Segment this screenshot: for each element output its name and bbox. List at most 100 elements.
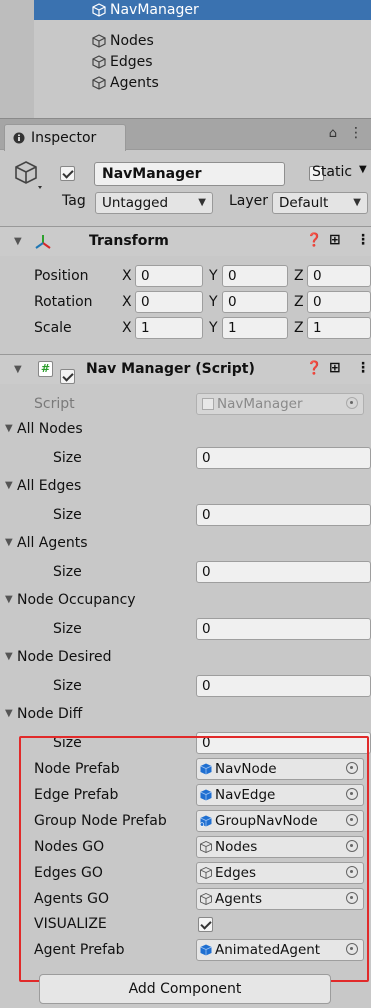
hierarchy-item-agents[interactable]: Agents — [92, 73, 159, 93]
rotation-x-field[interactable]: 0 — [135, 291, 203, 313]
lock-icon[interactable]: ⌂ — [329, 126, 337, 141]
array-label: All Nodes — [17, 421, 83, 437]
foldout-arrow-icon[interactable]: ▼ — [14, 236, 22, 247]
size-field[interactable]: 0 — [196, 504, 371, 526]
gameobject-icon — [92, 34, 106, 48]
size-field[interactable]: 0 — [196, 675, 371, 697]
size-field[interactable]: 0 — [196, 447, 371, 469]
axis-z-label[interactable]: Z — [294, 290, 304, 314]
tab-inspector[interactable]: Inspector — [4, 124, 126, 151]
chevron-down-icon: ▼ — [198, 197, 206, 208]
array-label: All Edges — [17, 478, 82, 494]
gameobject-icon — [92, 55, 106, 69]
hierarchy-item-label: Edges — [110, 54, 153, 70]
hierarchy-panel: NavManager Nodes Edges Agents — [0, 0, 371, 118]
layer-dropdown[interactable]: Default ▼ — [272, 192, 368, 214]
row-label: Rotation — [34, 294, 93, 310]
component-enabled-checkbox[interactable] — [60, 369, 75, 384]
static-dropdown-arrow-icon[interactable]: ▼ — [359, 164, 367, 175]
help-icon[interactable]: ❓ — [306, 361, 322, 376]
nav-manager-script-header[interactable]: ▼ # Nav Manager (Script) ❓ ⊞ ⋮ — [0, 354, 371, 384]
axis-y-label[interactable]: Y — [209, 316, 218, 340]
transform-title: Transform — [89, 233, 169, 249]
size-label: Size — [53, 507, 82, 523]
transform-position-row: Position X 0 Y 0 Z 0 — [0, 264, 371, 288]
transform-header[interactable]: ▼ Transform ❓ ⊞ ⋮ — [0, 226, 371, 256]
scale-z-field[interactable]: 1 — [307, 317, 371, 339]
array-size-row: Size 0 — [0, 503, 371, 527]
array-size-row: Size 0 — [0, 446, 371, 470]
array-all-edges[interactable]: ▼ All Edges — [0, 474, 371, 498]
size-label: Size — [53, 450, 82, 466]
preset-icon[interactable]: ⊞ — [329, 360, 341, 376]
help-icon[interactable]: ❓ — [306, 233, 322, 248]
position-x-field[interactable]: 0 — [135, 265, 203, 287]
array-node-occupancy[interactable]: ▼ Node Occupancy — [0, 588, 371, 612]
tag-dropdown[interactable]: Untagged ▼ — [95, 192, 213, 214]
inspector-tabbar: Inspector ⌂ ⋮ — [0, 118, 371, 151]
axis-y-label[interactable]: Y — [209, 264, 218, 288]
tab-label: Inspector — [31, 130, 97, 146]
foldout-arrow-icon[interactable]: ▼ — [5, 531, 13, 555]
foldout-arrow-icon[interactable]: ▼ — [5, 588, 13, 612]
axis-z-label[interactable]: Z — [294, 316, 304, 340]
array-all-agents[interactable]: ▼ All Agents — [0, 531, 371, 555]
chevron-down-icon: ▼ — [353, 197, 361, 208]
size-field[interactable]: 0 — [196, 618, 371, 640]
foldout-arrow-icon[interactable]: ▼ — [5, 474, 13, 498]
object-name-field[interactable]: NavManager — [94, 162, 285, 186]
layer-value: Default — [279, 195, 329, 211]
foldout-arrow-icon[interactable]: ▼ — [5, 645, 13, 669]
array-node-diff[interactable]: ▼ Node Diff — [0, 702, 371, 726]
rotation-y-field[interactable]: 0 — [222, 291, 288, 313]
axis-x-label[interactable]: X — [122, 316, 132, 340]
position-y-field[interactable]: 0 — [222, 265, 288, 287]
array-size-row: Size 0 — [0, 674, 371, 698]
array-size-row: Size 0 — [0, 617, 371, 641]
size-field[interactable]: 0 — [196, 561, 371, 583]
more-options-icon[interactable]: ⋮ — [356, 360, 370, 376]
axis-z-label[interactable]: Z — [294, 264, 304, 288]
hierarchy-item-navmanager[interactable]: NavManager — [92, 0, 199, 20]
gameobject-icon — [92, 76, 106, 90]
scale-y-field[interactable]: 1 — [222, 317, 288, 339]
axis-x-label[interactable]: X — [122, 264, 132, 288]
hierarchy-item-nodes[interactable]: Nodes — [92, 31, 154, 51]
add-component-button[interactable]: Add Component — [39, 974, 331, 1004]
hierarchy-selection-highlight — [34, 0, 371, 20]
more-options-icon[interactable]: ⋮ — [349, 125, 363, 141]
tag-value: Untagged — [102, 195, 169, 211]
highlight-annotation-box — [19, 736, 369, 982]
size-label: Size — [53, 564, 82, 580]
row-label: Script — [34, 396, 75, 412]
transform-rotation-row: Rotation X 0 Y 0 Z 0 — [0, 290, 371, 314]
array-node-desired[interactable]: ▼ Node Desired — [0, 645, 371, 669]
foldout-arrow-icon[interactable]: ▼ — [5, 417, 13, 441]
gameobject-icon — [92, 3, 106, 17]
position-z-field[interactable]: 0 — [307, 265, 371, 287]
hierarchy-item-label: Nodes — [110, 33, 154, 49]
hierarchy-item-label: NavManager — [110, 2, 199, 18]
array-all-nodes[interactable]: ▼ All Nodes — [0, 417, 371, 441]
transform-scale-row: Scale X 1 Y 1 Z 1 — [0, 316, 371, 340]
more-options-icon[interactable]: ⋮ — [356, 232, 370, 248]
scale-x-field[interactable]: 1 — [135, 317, 203, 339]
array-size-row: Size 0 — [0, 560, 371, 584]
preset-icon[interactable]: ⊞ — [329, 232, 341, 248]
axis-y-label[interactable]: Y — [209, 290, 218, 314]
foldout-arrow-icon[interactable]: ▼ — [14, 364, 22, 375]
script-file-icon — [202, 398, 214, 410]
hierarchy-item-label: Agents — [110, 75, 159, 91]
hierarchy-item-edges[interactable]: Edges — [92, 52, 153, 72]
size-label: Size — [53, 621, 82, 637]
rotation-z-field[interactable]: 0 — [307, 291, 371, 313]
axis-x-label[interactable]: X — [122, 290, 132, 314]
foldout-arrow-icon[interactable]: ▼ — [5, 702, 13, 726]
active-checkbox[interactable] — [60, 166, 75, 181]
array-label: Node Desired — [17, 649, 112, 665]
script-component-title: Nav Manager (Script) — [86, 361, 255, 377]
array-label: Node Occupancy — [17, 592, 136, 608]
row-label: Scale — [34, 320, 72, 336]
script-icon: # — [38, 361, 53, 377]
array-label: Node Diff — [17, 706, 83, 722]
